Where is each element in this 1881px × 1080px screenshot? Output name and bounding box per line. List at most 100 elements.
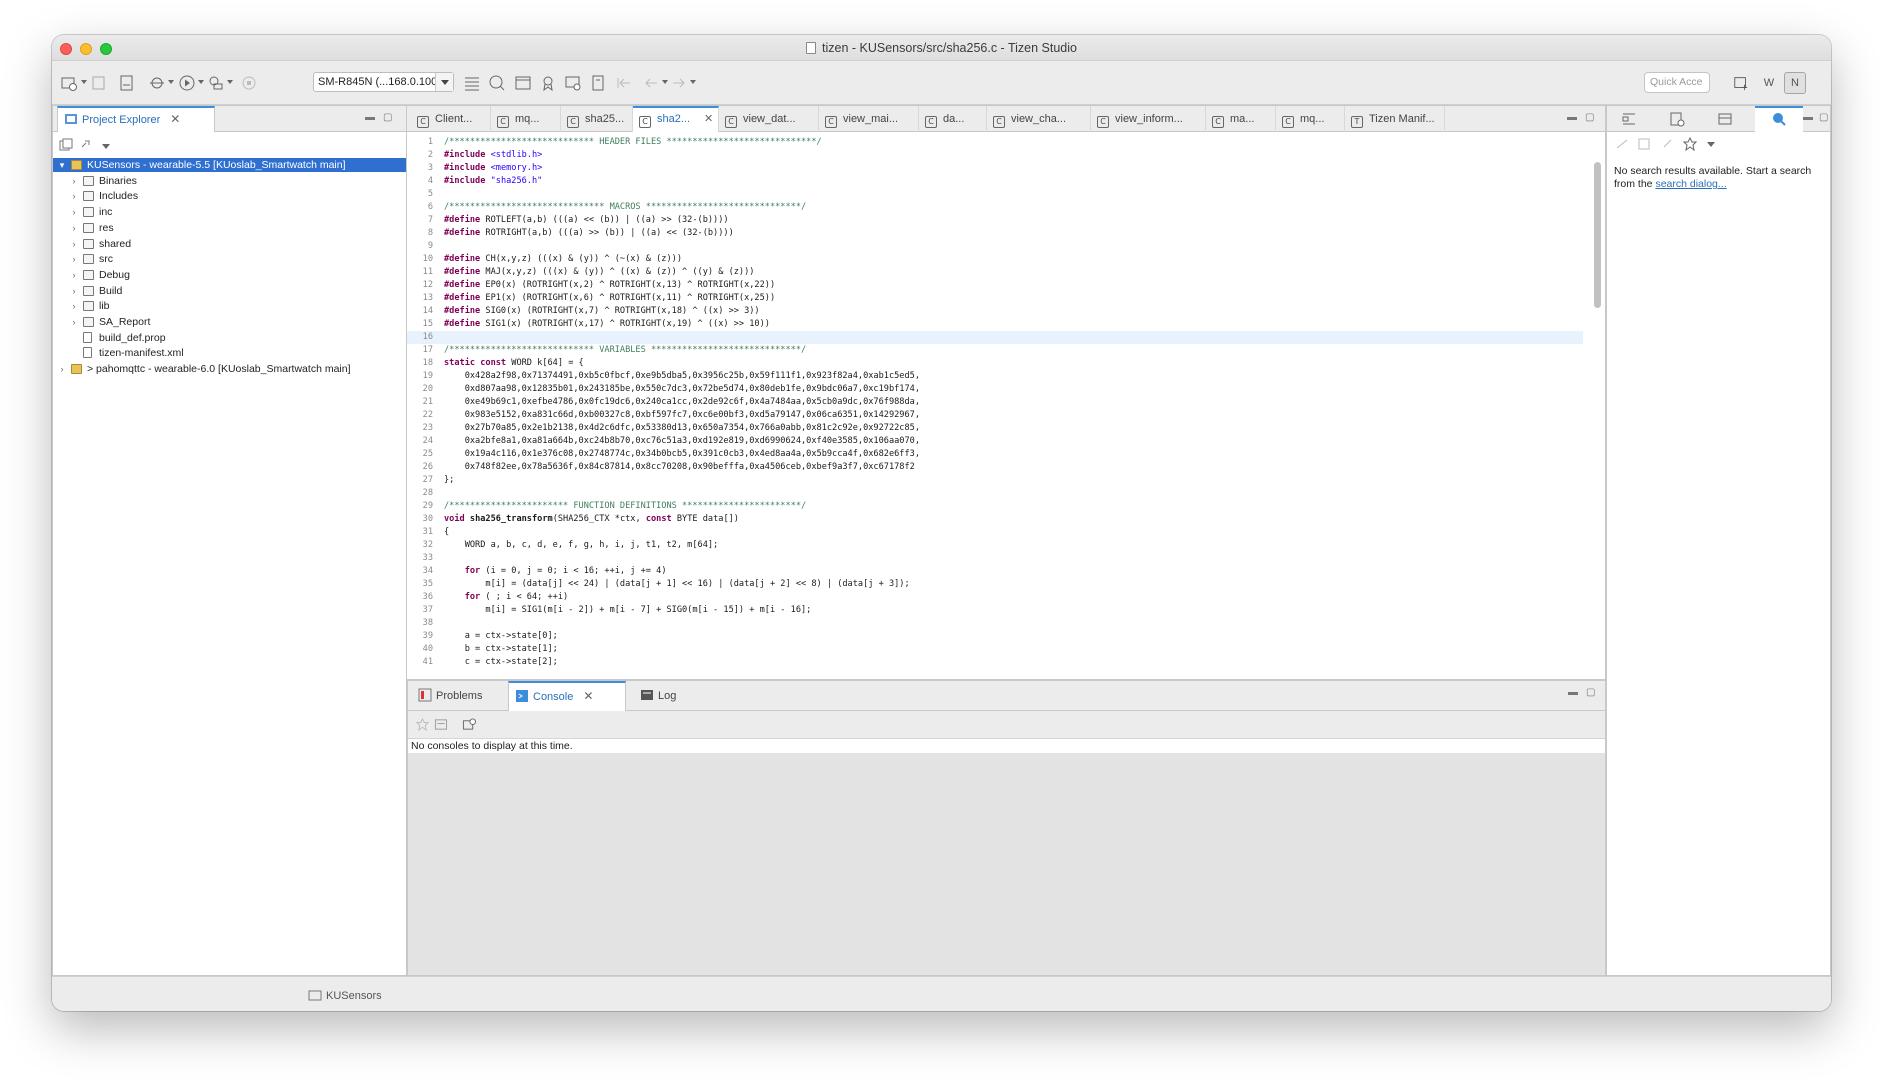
chevron-right-icon[interactable]: ›	[69, 189, 79, 203]
save-all-icon[interactable]	[90, 74, 108, 92]
quick-access-input[interactable]: Quick Acce	[1644, 72, 1710, 93]
maximize-icon[interactable]: ▢	[383, 112, 392, 123]
chevron-right-icon[interactable]: ›	[69, 284, 79, 298]
perspective-n-button[interactable]: N	[1784, 72, 1806, 94]
run-dropdown-arrow[interactable]	[198, 80, 204, 84]
task-list-icon[interactable]	[1669, 111, 1685, 130]
tab-search[interactable]	[1755, 106, 1803, 132]
connection-icon[interactable]	[1717, 111, 1733, 130]
device-selector[interactable]: SM-R845N (...168.0.100)	[313, 72, 454, 92]
editor-tab[interactable]: Cma...	[1206, 106, 1276, 132]
monitor-icon[interactable]	[488, 74, 506, 92]
chevron-right-icon[interactable]: ›	[69, 299, 79, 313]
history-icon[interactable]	[1661, 138, 1675, 150]
outline-icon[interactable]	[1621, 111, 1637, 130]
editor-tab[interactable]: Cmq...	[491, 106, 561, 132]
forward-icon[interactable]	[670, 74, 688, 92]
close-console-icon[interactable]: ✕	[583, 689, 593, 703]
tab-project-explorer[interactable]: Project Explorer ✕	[57, 106, 215, 132]
search-maximize-icon[interactable]: ▢	[1819, 112, 1828, 123]
tree-item[interactable]: › res	[53, 221, 406, 235]
editor-tab[interactable]: Cview_mai...	[819, 106, 919, 132]
code-editor[interactable]: 1 /**************************** HEADER FI…	[407, 132, 1605, 679]
tree-item[interactable]: › inc	[53, 205, 406, 219]
previous-match-icon[interactable]	[1615, 138, 1629, 150]
editor-tab[interactable]: Cview_dat...	[719, 106, 819, 132]
debug-icon[interactable]	[148, 74, 166, 92]
tab-log[interactable]: Log	[634, 681, 694, 707]
tree-item[interactable]: build_def.prop	[53, 331, 406, 345]
minimize-icon[interactable]: ▬	[365, 112, 375, 123]
package-icon[interactable]	[589, 74, 607, 92]
editor-tab[interactable]: C Client...	[411, 106, 491, 132]
editor-tab[interactable]: Csha2... ✕	[633, 106, 719, 132]
collapse-all-icon[interactable]	[59, 138, 73, 152]
pin-icon[interactable]	[1682, 136, 1698, 152]
editor-scrollbar[interactable]	[1594, 162, 1601, 308]
editor-tab[interactable]: Cda...	[919, 106, 987, 132]
chevron-right-icon[interactable]: ›	[69, 268, 79, 282]
view-menu-icon[interactable]	[102, 144, 110, 149]
list-icon[interactable]	[463, 74, 481, 92]
tree-item[interactable]: › Build	[53, 284, 406, 298]
editor-tab[interactable]: Cmq...	[1276, 106, 1345, 132]
display-console-icon[interactable]	[434, 718, 448, 734]
chevron-right-icon[interactable]: ›	[69, 237, 79, 251]
stop-icon[interactable]	[240, 74, 258, 92]
search-dialog-link[interactable]: search dialog...	[1655, 178, 1726, 190]
editor-tab[interactable]: Csha25...	[561, 106, 633, 132]
forward-dropdown-arrow[interactable]	[690, 80, 696, 84]
chevron-right-icon[interactable]: ›	[69, 221, 79, 235]
previous-edit-icon[interactable]	[615, 74, 633, 92]
tree-item[interactable]: › src	[53, 252, 406, 266]
build-icon[interactable]	[118, 74, 136, 92]
new-icon[interactable]	[60, 74, 78, 92]
back-icon[interactable]	[642, 74, 660, 92]
tree-item[interactable]: › lib	[53, 299, 406, 313]
tree-item[interactable]: › SA_Report	[53, 315, 406, 329]
chevron-right-icon[interactable]: ›	[57, 362, 67, 376]
new-dropdown-arrow[interactable]	[81, 80, 87, 84]
editor-tab[interactable]: Cview_cha...	[987, 106, 1091, 132]
perspective-w-button[interactable]: W	[1758, 72, 1780, 94]
profile-icon[interactable]	[207, 74, 225, 92]
bottom-maximize-icon[interactable]: ▢	[1586, 687, 1595, 698]
editor-minimize-icon[interactable]: ▬	[1567, 112, 1577, 123]
chevron-right-icon[interactable]: ›	[69, 205, 79, 219]
bottom-minimize-icon[interactable]: ▬	[1568, 687, 1578, 698]
tree-item[interactable]: › Includes	[53, 189, 406, 203]
device-dropdown-button[interactable]	[435, 73, 453, 91]
open-perspective-icon[interactable]	[1730, 72, 1752, 94]
run-icon[interactable]	[178, 74, 196, 92]
editor-maximize-icon[interactable]: ▢	[1585, 112, 1594, 123]
editor-tab[interactable]: T Tizen Manif...	[1345, 106, 1445, 132]
open-console-icon[interactable]	[462, 718, 476, 734]
profile-dropdown-arrow[interactable]	[227, 80, 233, 84]
debug-dropdown-arrow[interactable]	[168, 80, 174, 84]
tree-item[interactable]: ▾ KUSensors - wearable-5.5 [KUoslab_Smart…	[53, 158, 406, 172]
close-tab-icon[interactable]: ✕	[170, 112, 180, 126]
link-editor-icon[interactable]	[79, 138, 93, 152]
tree-item[interactable]: › shared	[53, 237, 406, 251]
tree-item[interactable]: tizen-manifest.xml	[53, 346, 406, 360]
tree-item[interactable]: › > pahomqttc - wearable-6.0 [KUoslab_Sma…	[53, 362, 406, 376]
search-minimize-icon[interactable]: ▬	[1803, 112, 1813, 123]
pin-console-icon[interactable]	[415, 717, 430, 734]
back-dropdown-arrow[interactable]	[662, 80, 668, 84]
emulator-icon[interactable]	[514, 74, 532, 92]
editor-tab[interactable]: Cview_inform...	[1091, 106, 1206, 132]
chevron-down-icon[interactable]: ▾	[57, 158, 67, 172]
search-view-menu-icon[interactable]	[1707, 142, 1715, 147]
tab-console[interactable]: Console ✕	[508, 681, 626, 711]
remove-icon[interactable]	[1637, 138, 1651, 150]
certificate-icon[interactable]	[539, 74, 557, 92]
chevron-right-icon[interactable]: ›	[69, 252, 79, 266]
tree-item[interactable]: › Debug	[53, 268, 406, 282]
chevron-right-icon[interactable]: ›	[69, 315, 79, 329]
tab-problems[interactable]: Problems	[412, 681, 498, 707]
close-tab-icon[interactable]: ✕	[704, 113, 713, 125]
tree-item[interactable]: › Binaries	[53, 174, 406, 188]
message-icon[interactable]	[564, 74, 582, 92]
chevron-right-icon[interactable]: ›	[69, 174, 79, 188]
tree-item-label: > pahomqttc - wearable-6.0 [KUoslab_Smar…	[87, 363, 351, 376]
